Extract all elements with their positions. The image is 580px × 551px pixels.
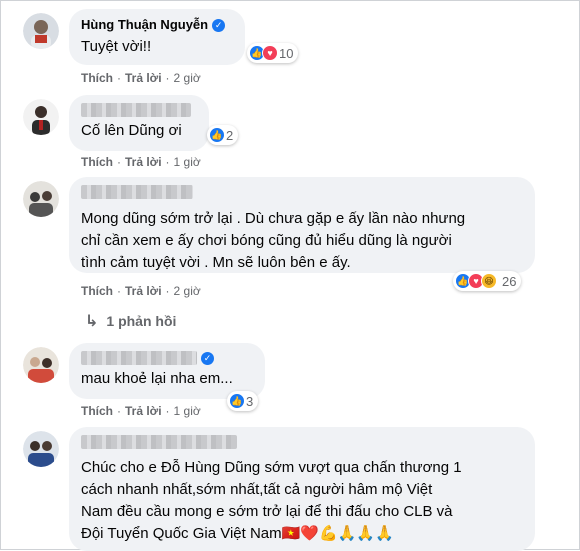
redacted-author-name bbox=[81, 435, 237, 449]
comment-time[interactable]: 2 giờ bbox=[174, 71, 201, 85]
reply-button[interactable]: Trả lời bbox=[125, 71, 162, 85]
reply-button[interactable]: Trả lời bbox=[125, 155, 162, 169]
reaction-summary[interactable]: 👍 2 bbox=[207, 125, 239, 145]
reaction-summary[interactable]: 👍 3 bbox=[227, 391, 259, 411]
reply-button[interactable]: Trả lời bbox=[125, 284, 162, 298]
comment-bubble: Mong dũng sớm trở lại . Dù chưa gặp e ấy… bbox=[69, 177, 535, 273]
comment-bubble: Chúc cho e Đỗ Hùng Dũng sớm vượt qua chấ… bbox=[69, 427, 535, 551]
comment-time[interactable]: 1 giờ bbox=[174, 404, 201, 418]
like-icon: 👍 bbox=[229, 393, 245, 409]
haha-icon: 😆 bbox=[481, 273, 497, 289]
comment-actions: Thích · Trả lời · 2 giờ bbox=[81, 284, 201, 298]
like-icon: 👍 bbox=[209, 127, 225, 143]
avatar[interactable] bbox=[23, 347, 59, 383]
verified-badge-icon: ✓ bbox=[201, 351, 214, 365]
comment-time[interactable]: 2 giờ bbox=[174, 284, 201, 298]
like-button[interactable]: Thích bbox=[81, 404, 113, 418]
comment-bubble: Cố lên Dũng ơi bbox=[69, 95, 209, 151]
avatar[interactable] bbox=[23, 99, 59, 135]
comment-author[interactable]: Hùng Thuận Nguyễn bbox=[81, 17, 208, 33]
reply-button[interactable]: Trả lời bbox=[125, 404, 162, 418]
avatar[interactable] bbox=[23, 181, 59, 217]
verified-badge-icon: ✓ bbox=[212, 18, 226, 32]
redacted-author-name bbox=[81, 103, 191, 117]
comment-time[interactable]: 1 giờ bbox=[174, 155, 201, 169]
emoji-sequence: 🇻🇳❤️💪🙏🙏🙏 bbox=[281, 525, 394, 542]
comment-text: Cố lên Dũng ơi bbox=[81, 122, 182, 139]
avatar[interactable] bbox=[23, 13, 59, 49]
comment-actions: Thích · Trả lời · 2 giờ bbox=[81, 71, 201, 85]
redacted-author-name bbox=[81, 185, 193, 199]
reaction-count: 10 bbox=[279, 45, 294, 61]
reaction-count: 26 bbox=[502, 273, 517, 289]
redacted-author-name bbox=[81, 351, 197, 365]
comment-text: Chúc cho e Đỗ Hùng Dũng sớm vượt qua chấ… bbox=[81, 459, 462, 542]
reaction-count: 2 bbox=[226, 127, 234, 143]
reaction-count: 3 bbox=[246, 393, 254, 409]
reaction-summary[interactable]: 👍 ♥ 10 bbox=[247, 43, 299, 63]
comment-text: Mong dũng sớm trở lại . Dù chưa gặp e ấy… bbox=[81, 210, 466, 271]
like-button[interactable]: Thích bbox=[81, 71, 113, 85]
like-button[interactable]: Thích bbox=[81, 284, 113, 298]
comment-bubble: Hùng Thuận Nguyễn ✓ Tuyệt vời!! bbox=[69, 9, 245, 65]
view-replies-link[interactable]: ↳ 1 phản hồi bbox=[85, 311, 176, 331]
comment-actions: Thích · Trả lời · 1 giờ bbox=[81, 404, 201, 418]
comment-text: mau khoẻ lại nha em... bbox=[81, 370, 233, 387]
comment-actions: Thích · Trả lời · 1 giờ bbox=[81, 155, 201, 169]
reaction-summary[interactable]: 👍 ♥ 😆 26 bbox=[453, 271, 522, 291]
avatar[interactable] bbox=[23, 431, 59, 467]
like-button[interactable]: Thích bbox=[81, 155, 113, 169]
reply-arrow-icon: ↳ bbox=[85, 313, 99, 330]
comment-text: Tuyệt vời!! bbox=[81, 38, 152, 55]
comment-thread: Hùng Thuận Nguyễn ✓ Tuyệt vời!! 👍 ♥ 10 T… bbox=[0, 0, 580, 551]
replies-count: 1 phản hồi bbox=[106, 313, 177, 329]
love-icon: ♥ bbox=[262, 45, 278, 61]
